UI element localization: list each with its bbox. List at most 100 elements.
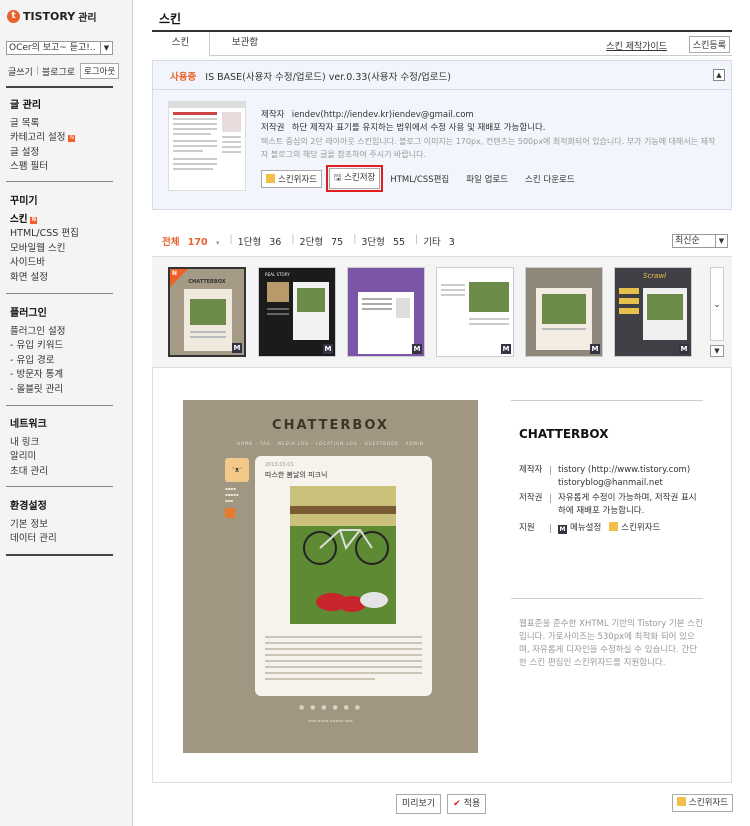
tab-archive[interactable]: 보관함	[214, 32, 276, 56]
skin-thumb-realstory[interactable]: REAL STORY M	[258, 267, 336, 357]
file-upload-link[interactable]: 파일 업로드	[466, 173, 508, 185]
chevron-down-icon: ▼	[714, 347, 720, 355]
current-skin-panel: 사용중 IS BASE(사용자 수정/업로드) ver.0.33(사용자 수정/…	[152, 60, 732, 210]
divider	[511, 400, 703, 401]
sidebar-item-html-css[interactable]: HTML/CSS 편집	[10, 227, 79, 242]
chevron-down-icon: ▾	[215, 239, 220, 247]
bicycle-photo-image	[290, 486, 396, 624]
skin-thumb-chatterbox[interactable]: CHATTERBOX N M	[168, 267, 246, 357]
pencil-icon	[266, 173, 275, 183]
sidebar-item-category[interactable]: 카테고리 설정 N	[10, 131, 76, 146]
skin-download-link[interactable]: 스킨 다운로드	[525, 173, 575, 185]
mobile-support-icon: M	[501, 344, 511, 354]
chevron-down-icon: ▼	[100, 42, 112, 54]
sidebar-item-inflow-path[interactable]: - 유입 경로	[10, 354, 65, 369]
skin-guide-link[interactable]: 스킨 제작가이드	[606, 39, 667, 52]
sidebar-item-invite[interactable]: 초대 관리	[10, 465, 48, 480]
maker-key: 제작자	[261, 110, 285, 120]
sidebar-item-data-management[interactable]: 데이터 관리	[10, 532, 57, 547]
blog-select[interactable]: OCer의 보고~ 듣고!.. ▼	[6, 41, 113, 55]
write-link[interactable]: 글쓰기	[8, 65, 33, 78]
preview-button[interactable]: 미리보기	[396, 794, 442, 814]
preview-post-text	[265, 636, 422, 684]
filter-etc[interactable]: 기타 3	[423, 234, 460, 248]
html-css-edit-link[interactable]: HTML/CSS편집	[390, 173, 449, 185]
thumb-title: Scrawl	[643, 272, 667, 280]
sidebar-item-screen-settings[interactable]: 화면 설정	[10, 271, 79, 286]
divider	[6, 405, 113, 406]
skin-gallery: CHATTERBOX N M REAL STORY M M M M Scrawl…	[152, 256, 732, 368]
menu-heading: 플러그인	[10, 308, 47, 319]
skin-save-button[interactable]: 🖫 스킨저장	[326, 165, 384, 192]
menu-group-settings: 환경설정 기본 정보 데이터 관리	[10, 500, 57, 547]
sidebar-item-basic-info[interactable]: 기본 정보	[10, 518, 57, 533]
button-label: 스킨위자드	[689, 798, 729, 808]
skin-thumb-white[interactable]: M	[436, 267, 514, 357]
gallery-scroll-end-button[interactable]: ▼	[710, 345, 724, 357]
sidebar-item-mobile-skin[interactable]: 모바일웹 스킨	[10, 242, 79, 257]
skin-description: 텍스트 중심의 2단 레이아웃 스킨입니다. 블로그 이미지는 170px, 컨…	[261, 137, 716, 159]
preview-post-card: 2013.03.01 따스한 봄날의 피크닉	[255, 456, 432, 696]
preview-sidebar-text: ▪▪▪▪ ▪▪▪▪▪ ▪▪▪	[225, 486, 239, 503]
preview-nav: HOME · TAG · MEDIA LOG · LOCATION LOG · …	[236, 441, 425, 446]
current-skin-thumbnail	[168, 101, 246, 191]
filter-3col[interactable]: 3단형 55	[361, 234, 410, 248]
rss-icon	[225, 508, 235, 518]
blog-select-value: OCer의 보고~ 듣고!..	[9, 43, 96, 53]
sidebar-item-my-links[interactable]: 내 링크	[10, 436, 48, 451]
separator: |	[229, 234, 233, 245]
preview-post-title: 따스한 봄날의 피크닉	[265, 471, 328, 479]
divider	[6, 293, 113, 294]
logout-button[interactable]: 로그아웃	[80, 63, 120, 79]
sidebar-item-plugin-settings[interactable]: 플러그인 설정	[10, 325, 65, 340]
detail-maker-value: tistory (http://www.tistory.com) tistory…	[550, 464, 703, 490]
skin-wizard-bottom-button[interactable]: 스킨위자드	[672, 794, 734, 812]
sidebar-item-sidebar[interactable]: 사이드바	[10, 256, 79, 271]
sidebar-item-spam-filter[interactable]: 스팸 필터	[10, 160, 75, 175]
sidebar-item-skin[interactable]: 스킨 N	[10, 213, 79, 228]
menu-group-design: 꾸미기 스킨 N HTML/CSS 편집 모바일웹 스킨 사이드바 화면 설정	[10, 195, 79, 285]
separator: |	[353, 234, 357, 245]
sidebar-item-post-settings[interactable]: 글 설정	[10, 146, 75, 161]
sidebar-item-post-list[interactable]: 글 목록	[10, 117, 75, 132]
sort-select[interactable]: 최신순 ▼	[672, 234, 728, 248]
skin-wizard-button[interactable]: 스킨위자드	[261, 169, 323, 188]
category-filter: 전체 170 ▾ | 1단형 36 | 2단형 75 | 3단형 55 | 기타…	[162, 234, 465, 248]
save-icon: 🖫	[334, 173, 345, 183]
skin-preview-image	[267, 282, 329, 340]
sidebar-item-visitor-stats[interactable]: - 방문자 통계	[10, 368, 65, 383]
sidebar-item-inflow-keyword[interactable]: - 유입 키워드	[10, 339, 65, 354]
filter-1col[interactable]: 1단형 36	[238, 234, 287, 248]
copyright-value: 하단 제작자 표기를 유지하는 범위에서 수정 사용 및 재배포 가능합니다.	[291, 123, 546, 133]
gallery-scroller: ⌄ ▼	[710, 267, 724, 357]
detail-support-value: M 메뉴설정 스킨위자드	[550, 522, 703, 535]
sidebar: t TISTORY 관리 OCer의 보고~ 듣고!.. ▼ 글쓰기 | 블로그…	[0, 0, 133, 826]
filter-2col[interactable]: 2단형 75	[300, 234, 349, 248]
detail-key: 지원	[519, 523, 535, 533]
blog-link[interactable]: 블로그로	[42, 65, 75, 78]
collapse-button[interactable]: ▲	[713, 69, 725, 81]
maker-value: iendev(http://iendev.kr)iendev@gmail.com	[291, 110, 474, 120]
skin-preview-image	[536, 288, 592, 350]
preview-footer: ▪▪▪ ▪▪▪▪ ▪▪▪▪▪ ▪▪▪	[308, 718, 353, 723]
tab-skin[interactable]: 스킨	[152, 32, 210, 57]
tistory-logo[interactable]: t TISTORY 관리	[7, 8, 97, 24]
skin-thumb-taupe[interactable]: M	[525, 267, 603, 357]
gallery-scroll-button[interactable]: ⌄	[710, 267, 724, 341]
skin-actions: 스킨위자드 🖫 스킨저장 HTML/CSS편집 파일 업로드 스킨 다운로드	[261, 165, 592, 192]
separator: |	[35, 66, 39, 76]
menu-heading: 네트워크	[10, 419, 47, 430]
chevron-up-icon: ▲	[716, 71, 722, 79]
apply-button[interactable]: ✔ 적용	[447, 794, 487, 814]
mobile-support-icon: M	[323, 344, 333, 354]
new-badge: N	[68, 135, 76, 142]
mobile-support-icon: M	[232, 343, 242, 353]
filter-label: 3단형	[361, 237, 385, 248]
skin-thumb-purple[interactable]: M	[347, 267, 425, 357]
sidebar-item-allblet[interactable]: - 올블릿 관리	[10, 383, 65, 398]
skin-register-button[interactable]: 스킨등록	[688, 36, 730, 53]
logo-text: TISTORY	[23, 9, 76, 23]
filter-all[interactable]: 전체 170 ▾	[162, 234, 224, 248]
skin-thumb-scrawl[interactable]: Scrawl M	[614, 267, 692, 357]
sidebar-item-notifier[interactable]: 알리미	[10, 450, 48, 465]
